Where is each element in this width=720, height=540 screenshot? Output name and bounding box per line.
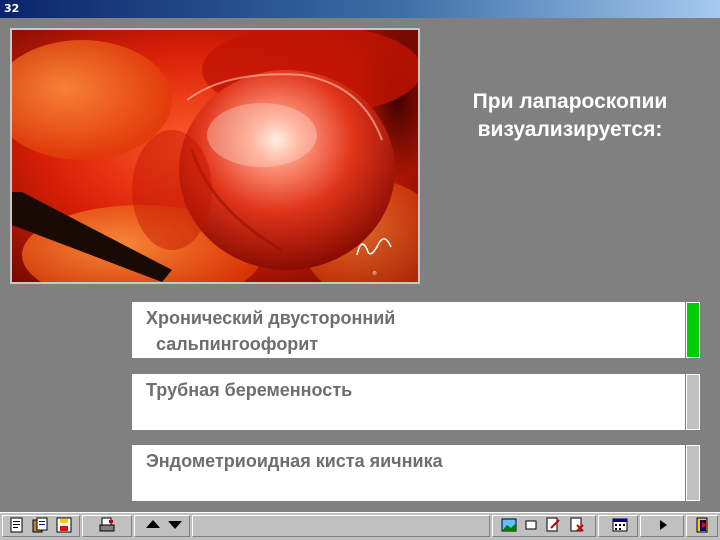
answer-option-1[interactable]: Хронический двусторонний сальпингоофорит [132,302,685,358]
answer-option-1-text: Хронический двусторонний сальпингоофорит [146,308,396,354]
svg-text:®: ® [372,270,377,277]
window-title: 32 [4,2,20,15]
answer-option-3-text: Эндометриоидная киста яичника [146,451,443,471]
laparoscopy-image: ® [10,28,420,284]
print-icon[interactable] [98,516,116,534]
delete-icon[interactable] [568,516,586,534]
calendar-icon[interactable] [611,516,629,534]
question-line-1: При лапароскопии [472,90,668,113]
bottom-toolbar [0,512,720,540]
title-bar: 32 [0,0,720,18]
exit-icon[interactable] [694,516,712,534]
arrow-down-icon[interactable] [166,516,184,534]
play-icon[interactable] [654,516,672,534]
answer-option-2-text: Трубная беременность [146,380,353,400]
edit-icon[interactable] [544,516,562,534]
window-icon[interactable] [522,516,540,534]
question-heading: При лапароскопии визуализируется: [440,88,700,144]
notes-icon[interactable] [8,516,26,534]
answer-2-indicator [686,374,700,430]
answer-1-indicator [686,302,700,358]
answer-option-3[interactable]: Эндометриоидная киста яичника [132,445,685,501]
clipboard-icon[interactable] [31,516,49,534]
toolbar-group-empty [192,515,490,537]
save-icon[interactable] [55,516,73,534]
arrow-up-icon[interactable] [144,516,162,534]
answer-option-2[interactable]: Трубная беременность [132,374,685,430]
question-line-2: визуализируется: [477,118,663,141]
answer-3-indicator [686,445,700,501]
picture-icon[interactable] [500,516,518,534]
